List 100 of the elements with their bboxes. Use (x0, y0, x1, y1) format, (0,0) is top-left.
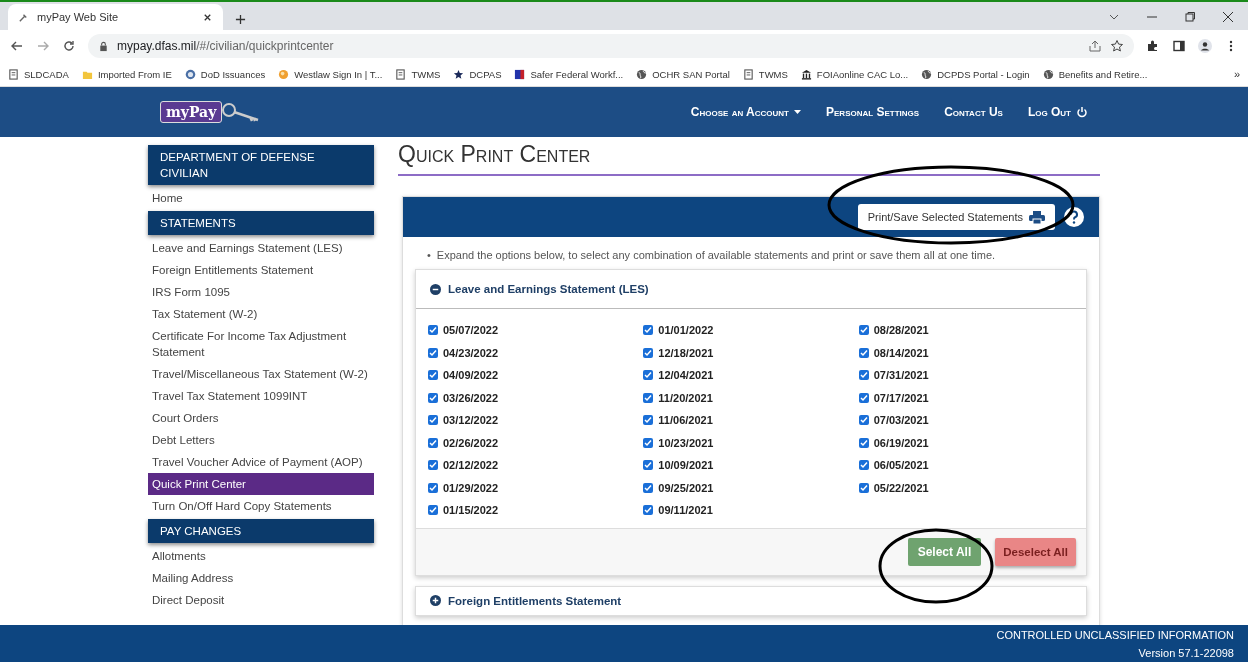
reload-icon[interactable] (62, 39, 76, 53)
checkbox[interactable] (428, 460, 438, 471)
checkbox[interactable] (643, 325, 654, 336)
checkbox[interactable] (428, 370, 438, 381)
bookmark-link[interactable]: DoD Issuances (184, 68, 266, 80)
new-tab-icon[interactable] (235, 14, 246, 25)
checkbox[interactable] (428, 392, 438, 403)
checkbox[interactable] (428, 437, 438, 448)
puzzle-icon[interactable] (1146, 39, 1160, 53)
deselect-all-button[interactable]: Deselect All (995, 537, 1076, 566)
sidebar-link[interactable]: Travel/Miscellaneous Tax Statement (W-2) (148, 363, 374, 385)
checkbox[interactable] (858, 482, 869, 493)
checkbox[interactable] (428, 482, 438, 493)
nav-link[interactable]: Contact Us (944, 105, 1003, 119)
checkbox[interactable] (643, 347, 654, 358)
checkbox[interactable] (643, 505, 654, 516)
bookmark-link[interactable]: SLDCADA (8, 68, 69, 80)
close-icon[interactable] (1222, 11, 1234, 23)
version-text: Version 57.1-22098 (1138, 646, 1234, 659)
share-icon[interactable] (1088, 39, 1102, 53)
checkbox[interactable] (858, 460, 869, 471)
star-icon (453, 68, 465, 80)
plus-circle-icon (430, 595, 441, 606)
section-header[interactable]: Leave and Earnings Statement (LES) (416, 270, 1086, 309)
address-bar[interactable]: mypay.dfas.mil/#/civilian/quickprintcenter (88, 34, 1134, 58)
sidebar-link[interactable]: Tax Statement (W-2) (148, 303, 374, 325)
back-arrow-icon[interactable] (10, 39, 24, 53)
statement-date: 03/12/2022 (443, 414, 499, 427)
checkbox[interactable] (858, 325, 869, 336)
star-icon[interactable] (1110, 39, 1124, 53)
bookmark-link[interactable]: Imported From IE (81, 68, 172, 80)
checkbox[interactable] (858, 415, 869, 426)
checkbox[interactable] (643, 370, 654, 381)
checkbox[interactable] (428, 325, 438, 336)
print-save-button[interactable]: Print/Save Selected Statements (857, 204, 1055, 230)
sidebar-link[interactable]: Foreign Entitlements Statement (148, 259, 374, 281)
checkbox[interactable] (428, 347, 438, 358)
sidebar-link[interactable]: Leave and Earnings Statement (LES) (148, 237, 374, 259)
restore-icon[interactable] (1184, 11, 1196, 23)
globe-icon (1042, 68, 1054, 80)
sidebar-link[interactable]: Court Orders (148, 407, 374, 429)
sidebar-link[interactable]: Turn On/Off Hard Copy Statements (148, 495, 374, 517)
profile-avatar-icon[interactable] (1198, 39, 1212, 53)
statement-date: 04/23/2022 (443, 346, 499, 359)
nav-link[interactable]: Choose an Account (690, 105, 801, 119)
sidebar-link[interactable]: Direct Deposit (148, 589, 374, 611)
sidebar-link[interactable]: Travel Voucher Advice of Payment (AOP) (148, 451, 374, 473)
statement-date: 12/18/2021 (658, 346, 714, 359)
classification-notice: CONTROLLED UNCLASSIFIED INFORMATION (996, 628, 1234, 641)
sidebar-link[interactable]: Home (148, 187, 374, 209)
bookmark-link[interactable]: DCPAS (453, 68, 502, 80)
nav-link[interactable]: Personal Settings (826, 105, 920, 119)
building-icon (800, 68, 812, 80)
sidebar-link[interactable]: Allotments (148, 545, 374, 567)
checkbox[interactable] (643, 415, 654, 426)
checkbox[interactable] (858, 392, 869, 403)
bookmark-link[interactable]: TWMS (395, 68, 441, 80)
more-bookmarks-button[interactable]: » (1233, 68, 1240, 80)
sidebar-link[interactable]: IRS Form 1095 (148, 281, 374, 303)
checkbox[interactable] (643, 437, 654, 448)
checkbox[interactable] (428, 415, 438, 426)
globe-icon (921, 68, 933, 80)
statement-date: 06/05/2021 (873, 459, 929, 472)
site-logo[interactable]: myPay (160, 101, 223, 123)
sidebar-link[interactable]: Mailing Address (148, 567, 374, 589)
checkbox[interactable] (858, 370, 869, 381)
seal-icon (184, 68, 196, 80)
bullet-mark: • (427, 249, 431, 261)
help-icon[interactable] (1063, 206, 1085, 228)
sidebar-link[interactable]: Certificate For Income Tax Adjustment Statement (148, 325, 374, 363)
section-header[interactable]: Foreign Entitlements Statement (416, 586, 1086, 615)
checkbox[interactable] (858, 347, 869, 358)
checkbox[interactable] (428, 505, 438, 516)
sidebar-link[interactable]: Quick Print Center (148, 473, 374, 495)
bookmark-link[interactable]: Westlaw Sign In | T... (278, 68, 383, 80)
checkbox[interactable] (858, 437, 869, 448)
bookmark-link[interactable]: Safer Federal Workf... (514, 68, 624, 80)
checkbox[interactable] (643, 392, 654, 403)
statement-date: 07/31/2021 (873, 369, 929, 382)
statement-date: 12/04/2021 (658, 369, 714, 382)
sidebar-heading: STATEMENTS (148, 211, 374, 235)
bookmark-link[interactable]: OCHR SAN Portal (636, 68, 730, 80)
bookmark-link[interactable]: DCPDS Portal - Login (921, 68, 1030, 80)
side-panel-icon[interactable] (1172, 39, 1186, 53)
page-icon (8, 68, 19, 80)
statement-date: 08/14/2021 (873, 346, 929, 359)
statement-date: 06/19/2021 (873, 436, 929, 449)
bookmark-link[interactable]: Benefits and Retire... (1042, 68, 1148, 80)
sidebar-link[interactable]: Debt Letters (148, 429, 374, 451)
nav-link[interactable]: Log Out (1027, 105, 1088, 119)
checkbox[interactable] (643, 460, 654, 471)
sidebar-link[interactable]: Travel Tax Statement 1099INT (148, 385, 374, 407)
browser-tab[interactable]: myPay Web Site (8, 4, 223, 30)
checkbox[interactable] (643, 482, 654, 493)
bookmark-link[interactable]: FOIAonline CAC Lo... (800, 68, 909, 80)
statement-date: 07/17/2021 (873, 391, 929, 404)
sidebar-heading: DEPARTMENT OF DEFENSE CIVILIAN (148, 145, 374, 185)
instruction-text: • Expand the options below, to select any combination of available statements and print or save them all at one time. (426, 248, 997, 263)
minus-circle-icon (430, 283, 441, 295)
bookmark-link[interactable]: TWMS (742, 68, 788, 80)
